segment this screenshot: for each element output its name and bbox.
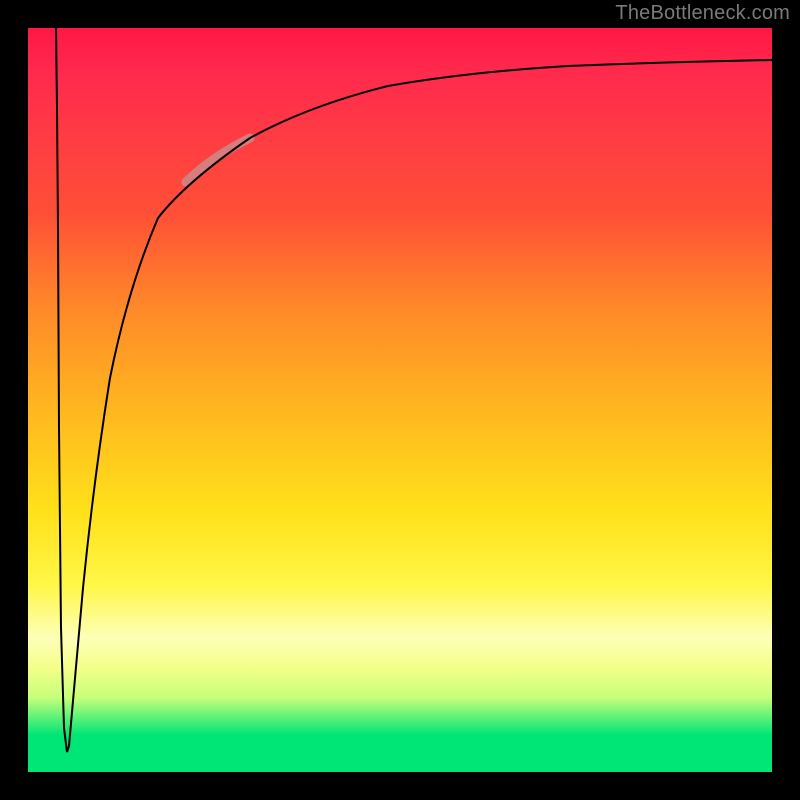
plot-area: [28, 28, 772, 772]
chart-frame: [28, 28, 772, 772]
attribution-label: TheBottleneck.com: [615, 2, 790, 25]
curve-layer: [28, 28, 772, 772]
left-spike: [56, 28, 69, 752]
asymptotic-curve: [69, 60, 772, 746]
